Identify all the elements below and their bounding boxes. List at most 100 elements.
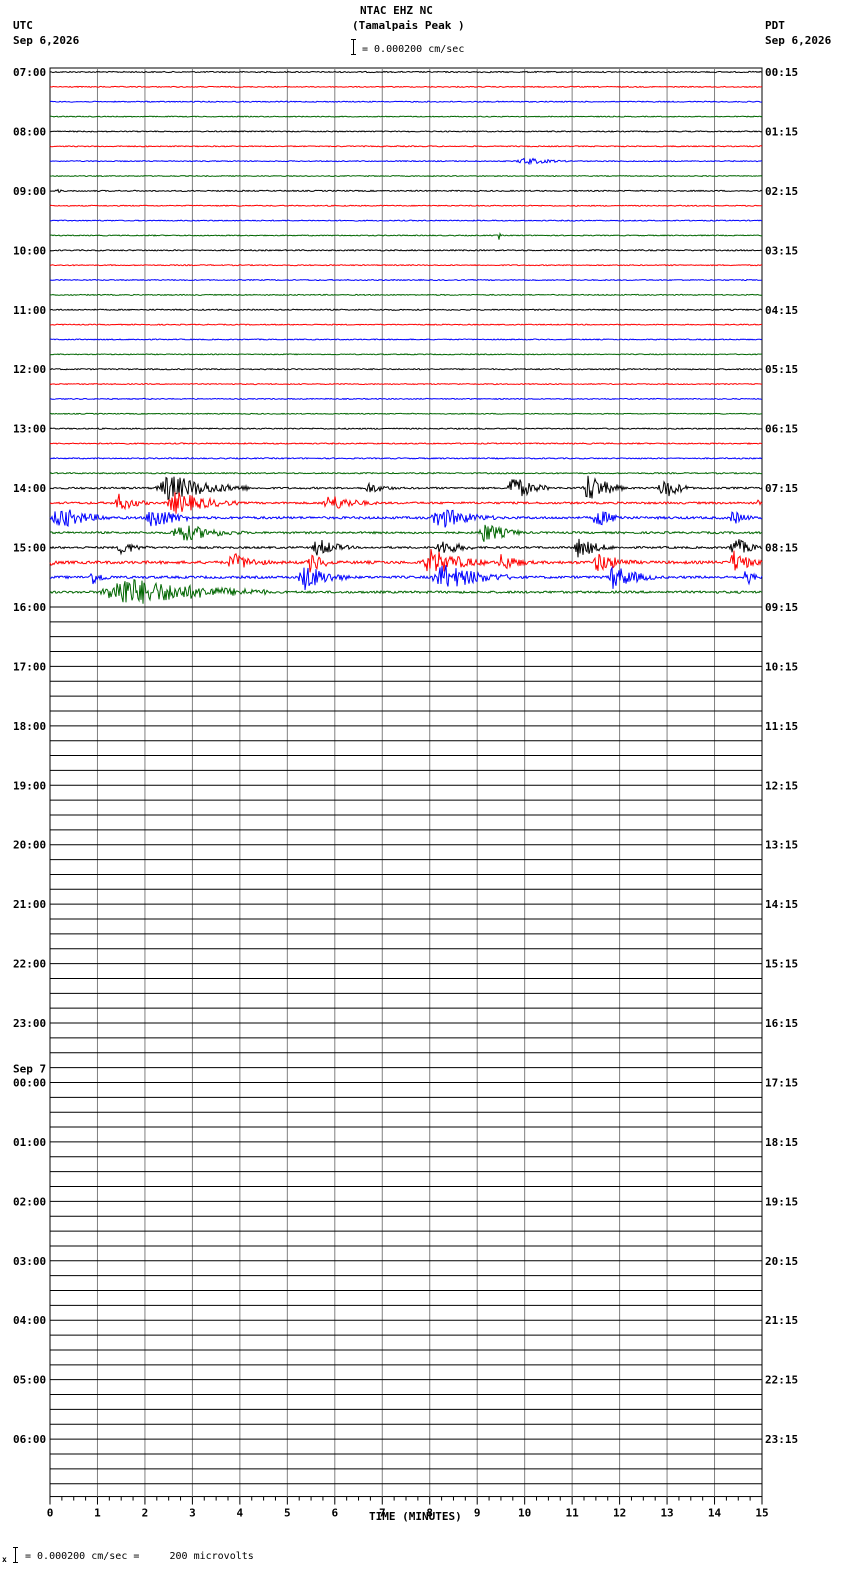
x-tick-label: 0	[47, 1507, 54, 1520]
footer-scale-icon: x	[2, 1547, 22, 1564]
utc-hour-label: 13:00	[13, 423, 46, 436]
utc-hour-label: 22:00	[13, 958, 46, 971]
utc-hour-label: 12:00	[13, 363, 46, 376]
seismic-trace	[49, 85, 763, 89]
seismic-trace	[49, 219, 763, 222]
utc-hour-label: 11:00	[13, 304, 46, 317]
x-tick-label: 1	[94, 1507, 101, 1520]
utc-hour-label: 01:00	[13, 1136, 46, 1149]
utc-hour-label: 10:00	[13, 244, 46, 257]
x-tick-label: 2	[142, 1507, 149, 1520]
seismic-trace	[50, 293, 763, 297]
pdt-hour-label: 01:15	[765, 125, 798, 138]
seismic-trace	[49, 442, 763, 445]
seismic-trace	[49, 412, 763, 415]
pdt-hour-label: 13:15	[765, 839, 798, 852]
pdt-hour-label: 04:15	[765, 304, 798, 317]
utc-hour-label: 00:00	[13, 1076, 46, 1089]
seismic-trace	[49, 174, 763, 178]
seismic-trace	[49, 382, 762, 386]
x-tick-label: 5	[284, 1507, 291, 1520]
pdt-hour-label: 08:15	[765, 542, 798, 555]
seismic-trace	[49, 338, 763, 341]
pdt-hour-label: 11:15	[765, 720, 798, 733]
seismogram-plot: 07:00 00:15 08:00 01:15 09:00 02:15 10:00 03:15…	[13, 66, 798, 1520]
day-change-label: Sep 7	[13, 1062, 46, 1075]
utc-hour-label: 06:00	[13, 1433, 46, 1446]
pdt-hour-label: 05:15	[765, 363, 798, 376]
pdt-hour-label: 14:15	[765, 898, 798, 911]
utc-hour-label: 05:00	[13, 1374, 46, 1387]
seismic-trace	[49, 397, 763, 401]
seismic-trace	[49, 204, 763, 207]
pdt-hour-label: 21:15	[765, 1314, 798, 1327]
seismic-trace	[49, 130, 763, 133]
seismic-trace	[50, 457, 763, 460]
pdt-hour-label: 22:15	[765, 1374, 798, 1387]
seismic-trace	[49, 70, 763, 74]
plot-frame	[49, 67, 763, 1498]
seismic-trace	[49, 475, 763, 501]
utc-hour-label: 16:00	[13, 601, 46, 614]
utc-hour-label: 20:00	[13, 839, 46, 852]
seismic-trace	[49, 524, 762, 542]
pdt-hour-label: 09:15	[765, 601, 798, 614]
seismic-trace	[49, 367, 763, 371]
x-tick-label: 14	[708, 1507, 722, 1520]
pdt-hour-label: 12:15	[765, 779, 798, 792]
utc-hour-label: 02:00	[13, 1195, 46, 1208]
x-tick-label: 13	[660, 1507, 673, 1520]
pdt-hour-label: 00:15	[765, 66, 798, 79]
seismic-trace	[49, 100, 763, 103]
pdt-hour-label: 19:15	[765, 1195, 798, 1208]
x-tick-label: 3	[189, 1507, 196, 1520]
utc-hour-label: 18:00	[13, 720, 46, 733]
footer-scale-label: = 0.000200 cm/sec = 200 microvolts	[25, 1551, 254, 1562]
seismic-trace	[49, 264, 762, 267]
seismic-trace	[49, 538, 763, 558]
seismic-trace	[49, 188, 763, 194]
pdt-hour-label: 16:15	[765, 1017, 798, 1030]
seismic-trace	[49, 492, 763, 514]
seismic-trace	[49, 308, 763, 312]
seismic-trace	[49, 278, 763, 282]
seismic-trace	[49, 509, 763, 528]
x-tick-label: 4	[237, 1507, 244, 1520]
seismic-trace	[49, 471, 763, 475]
utc-hour-label: 23:00	[13, 1017, 46, 1030]
pdt-hour-label: 02:15	[765, 185, 798, 198]
seismic-trace	[49, 578, 763, 604]
seismic-trace	[49, 549, 763, 573]
seismic-trace	[50, 353, 763, 356]
utc-hour-label: 14:00	[13, 482, 46, 495]
x-tick-label: 15	[755, 1507, 768, 1520]
utc-hour-label: 21:00	[13, 898, 46, 911]
seismic-trace	[49, 248, 763, 252]
pdt-hour-label: 15:15	[765, 958, 798, 971]
utc-hour-label: 04:00	[13, 1314, 46, 1327]
seismic-trace	[49, 323, 763, 326]
x-tick-label: 10	[518, 1507, 531, 1520]
seismic-trace	[49, 115, 763, 118]
utc-hour-label: 07:00	[13, 66, 46, 79]
pdt-hour-label: 10:15	[765, 660, 798, 673]
utc-hour-label: 15:00	[13, 542, 46, 555]
x-tick-label: 9	[474, 1507, 481, 1520]
pdt-hour-label: 17:15	[765, 1076, 798, 1089]
utc-hour-label: 08:00	[13, 125, 46, 138]
seismic-trace	[50, 232, 763, 240]
pdt-hour-label: 20:15	[765, 1255, 798, 1268]
seismic-trace	[49, 427, 763, 430]
utc-hour-label: 09:00	[13, 185, 46, 198]
utc-hour-label: 17:00	[13, 660, 46, 673]
pdt-hour-label: 06:15	[765, 423, 798, 436]
x-tick-label: 11	[566, 1507, 580, 1520]
pdt-hour-label: 07:15	[765, 482, 798, 495]
utc-hour-label: 03:00	[13, 1255, 46, 1268]
x-tick-label: 6	[331, 1507, 338, 1520]
pdt-hour-label: 18:15	[765, 1136, 798, 1149]
x-axis-label: TIME (MINUTES)	[369, 1510, 462, 1523]
utc-hour-label: 19:00	[13, 779, 46, 792]
seismic-trace	[49, 145, 763, 148]
x-tick-label: 12	[613, 1507, 626, 1520]
